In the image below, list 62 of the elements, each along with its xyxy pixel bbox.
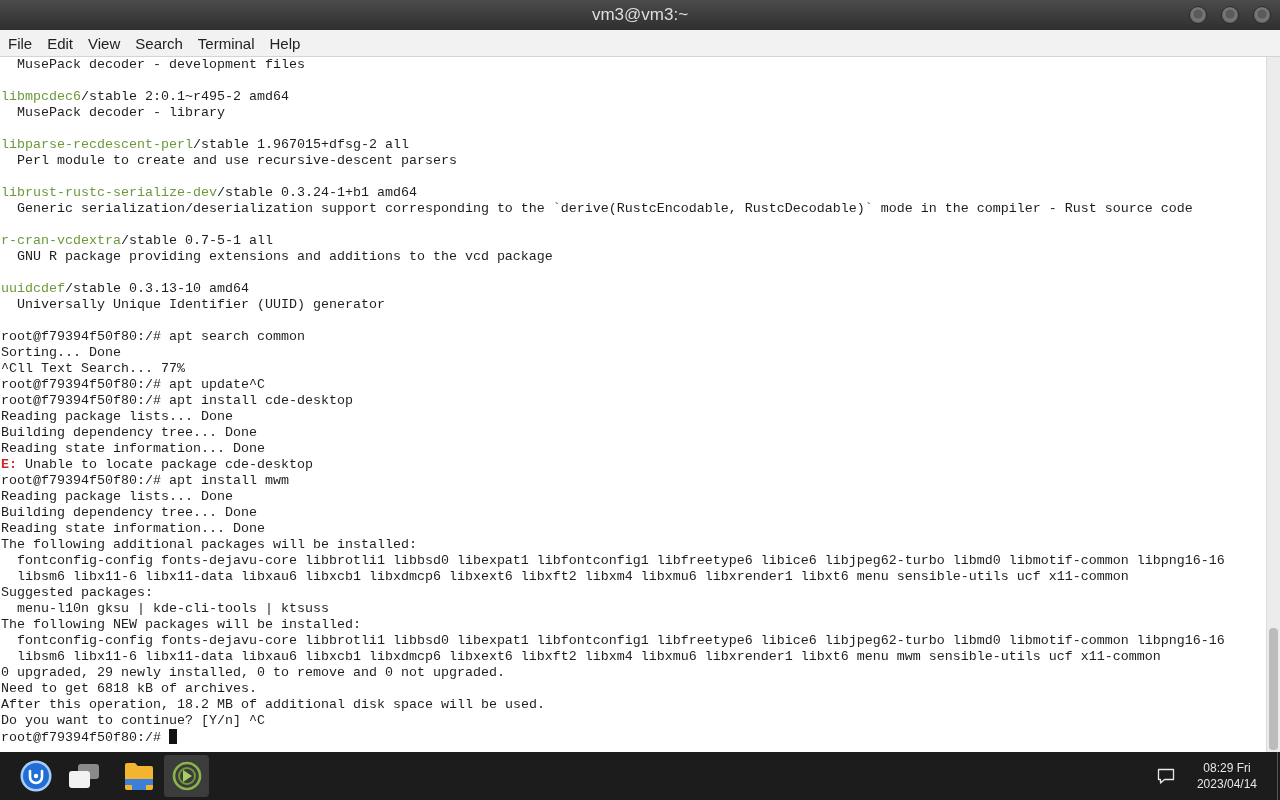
terminal-line: Reading package lists... Done [1,409,233,424]
terminal-line: Suggested packages: [1,585,153,600]
terminal-line: Universally Unique Identifier (UUID) generator [17,297,385,312]
window-button[interactable] [1189,6,1207,24]
window-button[interactable] [1221,6,1239,24]
terminal-line: Perl module to create and use recursive-descent parsers [17,153,457,168]
terminal-line: MusePack decoder - development files [17,57,305,72]
terminal-line: root@f79394f50f80:/# apt search common [1,329,305,344]
terminal-line: After this operation, 18.2 MB of additional disk space will be used. [1,697,545,712]
terminal-line: The following NEW packages will be installed: [1,617,361,632]
terminal-line: root@f79394f50f80:/# [1,730,161,745]
terminal-line: MusePack decoder - library [17,105,225,120]
terminal-line: Reading state information... Done [1,441,265,456]
error-label: E: [1,457,17,472]
terminal-line: GNU R package providing extensions and additions to the vcd package [17,249,553,264]
terminal-line: Reading package lists... Done [1,489,233,504]
menu-item[interactable]: View [80,32,128,54]
package-version: /stable 1.967015+dfsg-2 all [192,137,409,152]
clock-time[interactable]: 08:29 Fri [1203,760,1251,776]
menu-item[interactable]: Edit [39,32,81,54]
terminal-line: libsm6 libx11-6 libx11-data libxau6 libxcb1 libxdmcp6 libxext6 libxft2 libxm4 libxmu6 libxrender1 libxt6 menu sensible-utils ucf x11-common [17,569,1129,584]
package-version: /stable 0.7-5-1 all [121,233,273,248]
terminal-line: Building dependency tree... Done [1,425,257,440]
terminal-line: Need to get 6818 kB of archives. [1,681,257,696]
window-title: vm3@vm3:~ [591,5,689,25]
terminal-line: libsm6 libx11-6 libx11-data libxau6 libxcb1 libxdmcp6 libxext6 libxft2 libxm4 libxmu6 libxrender1 libxt6 menu mwm sensible-utils ucf x11-common [17,649,1161,664]
terminal-line: fontconfig-config fonts-dejavu-core libbrotli1 libbsd0 libexpat1 libfontconfig1 libfreetype6 libice6 libjpeg62-turbo libmd0 libmotif-common libpng16-16 [17,633,1225,648]
terminal-line: root@f79394f50f80:/# apt install mwm [1,473,289,488]
terminal-line: root@f79394f50f80:/# apt install cde-desktop [1,393,353,408]
terminal-line: root@f79394f50f80:/# apt update^C [1,377,265,392]
menu-item[interactable]: Help [261,32,308,54]
package-name: uuidcdef [1,281,65,296]
terminal-line: Do you want to continue? [Y/n] ^C [1,713,265,728]
folder-icon [123,762,154,790]
clock-date[interactable]: 2023/04/14 [1196,776,1257,792]
speech-bubble-icon [1156,768,1175,784]
window-button[interactable] [1253,6,1271,24]
package-version: /stable 0.3.24-1+b1 amd64 [216,185,417,200]
terminal-line: Generic serialization/deserialization support corresponding to the `derive(RustcEncodable, RustcDecodable)` mode in the compiler - Rust source code [17,201,1193,216]
menu-item[interactable]: File [0,32,40,54]
terminal-line: Building dependency tree... Done [1,505,257,520]
message-button[interactable] [1156,768,1175,784]
terminal-line: menu-l10n gksu | kde-cli-tools | ktsuss [17,601,329,616]
package-name: libparse-recdescent-perl [1,137,193,152]
package-name: libmpcdec6 [1,89,81,104]
package-version: /stable 0.3.13-10 amd64 [65,281,249,296]
scrollbar-thumb[interactable] [1269,628,1278,750]
menu-item[interactable]: Terminal [189,32,262,54]
terminal-line: 0 upgraded, 29 newly installed, 0 to remove and 0 not upgraded. [1,665,505,680]
start-logo-icon [19,760,52,792]
stacked-windows-icon [68,764,99,788]
package-name: r-cran-vcdextra [1,233,121,248]
terminal-line: Reading state information... Done [1,521,265,536]
terminal-line: The following additional packages will be installed: [1,537,417,552]
terminal-line: fontconfig-config fonts-dejavu-core libbrotli1 libbsd0 libexpat1 libfontconfig1 libfreetype6 libice6 libjpeg62-turbo libmd0 libmotif-common libpng16-16 [17,553,1225,568]
package-name: librust-rustc-serialize-dev [1,185,217,200]
taskbar-button[interactable] [164,755,209,797]
terminal-line: ^Cll Text Search... 77% [1,361,185,376]
terminal-line: Sorting... Done [1,345,121,360]
error-message: Unable to locate package cde-desktop [25,457,313,472]
menu-item[interactable]: Search [127,32,190,54]
package-version: /stable 2:0.1~r495-2 amd64 [81,89,289,104]
